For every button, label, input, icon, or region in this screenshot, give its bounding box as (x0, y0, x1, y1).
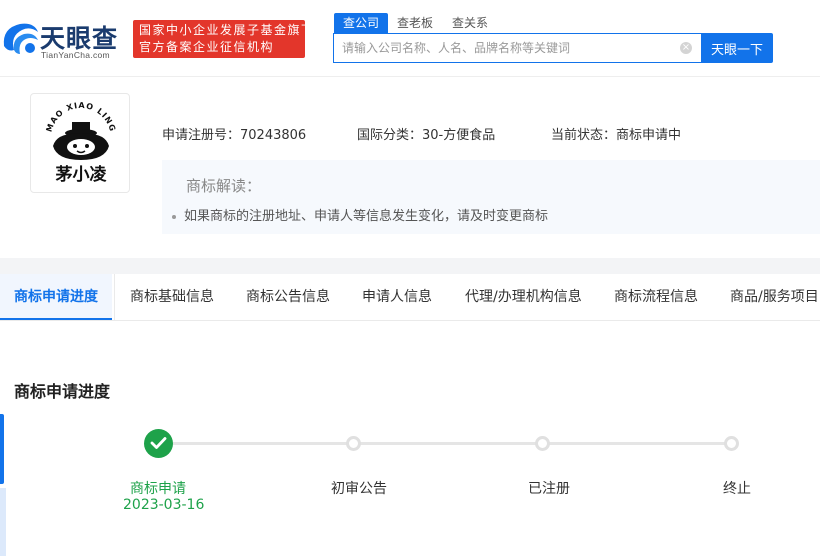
step-label-application: 商标申请 (130, 481, 186, 497)
detail-tabs: 商标申请进度 商标基础信息 商标公告信息 申请人信息 代理/办理机构信息 商标流… (0, 274, 820, 321)
tab-applicant[interactable]: 申请人信息 (362, 274, 432, 320)
tab-process[interactable]: 商标流程信息 (614, 274, 698, 320)
trademark-logo-icon: MAO XIAO LING 茅小凌 (45, 102, 117, 185)
tab-divider (114, 274, 115, 320)
intl-class: 国际分类：30-方便食品 (357, 128, 496, 143)
clear-icon[interactable]: × (680, 42, 692, 54)
step-label-registered: 已注册 (528, 481, 570, 497)
official-badge: 国家中小企业发展子基金旗下 官方备案企业征信机构 (133, 20, 315, 58)
progress-title: 商标申请进度 (14, 382, 111, 401)
site-header: 天眼查 TianYanCha.com 国家中小企业发展子基金旗下 官方备案企业征… (0, 0, 820, 76)
reg-number: 申请注册号：70243806 (162, 128, 307, 143)
step-marker-terminated (724, 436, 739, 451)
side-float-panel (0, 488, 6, 556)
bullet-icon (172, 214, 176, 219)
tab-progress[interactable]: 商标申请进度 (0, 274, 112, 320)
tab-goods-services[interactable]: 商品/服务项目 (730, 274, 819, 320)
tab-announcement[interactable]: 商标公告信息 (246, 274, 330, 320)
search-tab-boss[interactable]: 查老板 (397, 14, 433, 31)
step-label-terminated: 终止 (723, 481, 751, 497)
interpretation-title: 商标解读： (186, 177, 262, 195)
search-tab-relation[interactable]: 查关系 (452, 14, 488, 31)
badge-line-2: 官方备案企业征信机构 (139, 40, 275, 54)
interpretation-text: 如果商标的注册地址、申请人等信息发生变化，请及时变更商标 (184, 209, 549, 224)
trademark-image[interactable]: MAO XIAO LING 茅小凌 (30, 93, 130, 193)
current-status: 当前状态：商标申请中 (551, 128, 682, 143)
site-logo[interactable]: 天眼查 TianYanCha.com (0, 10, 126, 66)
progress-track (158, 442, 733, 445)
trademark-name-text: 茅小凌 (56, 164, 108, 185)
tab-basic-info[interactable]: 商标基础信息 (130, 274, 214, 320)
step-date-application: 2023-03-16 (123, 497, 205, 513)
logo-subtitle: TianYanCha.com (41, 50, 110, 60)
step-done-marker (144, 429, 173, 458)
logo-mark-icon (3, 23, 39, 54)
step-marker-initial-review (346, 436, 361, 451)
interpretation-box: 商标解读： 如果商标的注册地址、申请人等信息发生变化，请及时变更商标 (162, 160, 820, 234)
section-gap (0, 258, 820, 274)
step-marker-registered (535, 436, 550, 451)
search-box: × (333, 33, 701, 63)
check-icon (150, 437, 167, 449)
side-float-tab[interactable] (0, 414, 4, 484)
search-tab-company[interactable]: 查公司 (334, 13, 389, 33)
step-label-initial-review: 初审公告 (331, 481, 387, 497)
header-divider (0, 76, 820, 77)
badge-line-1: 国家中小企业发展子基金旗下 (139, 23, 315, 37)
search-button[interactable]: 天眼一下 (701, 33, 773, 63)
tab-agency[interactable]: 代理/办理机构信息 (465, 274, 582, 320)
interpretation-item: 如果商标的注册地址、申请人等信息发生变化，请及时变更商标 (172, 205, 548, 224)
search-input[interactable] (334, 34, 674, 62)
